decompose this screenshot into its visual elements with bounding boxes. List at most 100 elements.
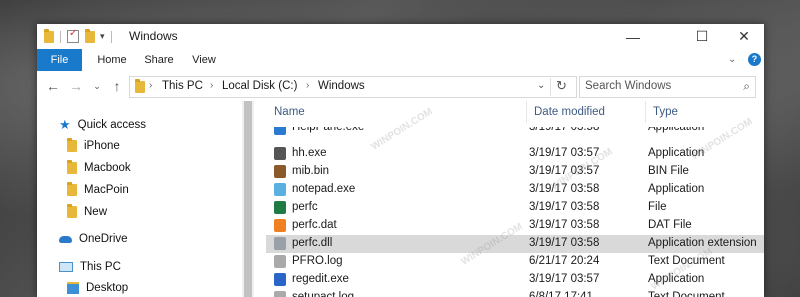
- table-row[interactable]: setupact.log 6/8/17 17:41 Text Document: [266, 289, 764, 297]
- search-input[interactable]: Search Windows: [585, 80, 671, 92]
- tab-view[interactable]: View: [186, 49, 222, 71]
- sidebar-item-macpoin[interactable]: MacPoin: [67, 180, 129, 200]
- folder-icon: [135, 79, 145, 93]
- column-header-type[interactable]: Type: [653, 101, 678, 123]
- refresh-icon[interactable]: ↻: [556, 78, 567, 94]
- cell-date: 3/19/17 03:57: [529, 165, 600, 177]
- window-title: Windows: [129, 29, 178, 43]
- sidebar-item-macbook[interactable]: Macbook: [67, 158, 131, 178]
- computer-icon: [59, 262, 73, 272]
- folder-icon[interactable]: [44, 28, 54, 43]
- folder-icon: [67, 138, 77, 152]
- address-dropdown-icon[interactable]: ⌄: [537, 80, 545, 91]
- file-list: ⌃ Name Date modified Type HelpPane.exe 3/…: [254, 101, 764, 297]
- exe-icon: [274, 127, 286, 135]
- cell-name: hh.exe: [292, 147, 327, 159]
- new-folder-icon[interactable]: [85, 28, 95, 43]
- table-row[interactable]: notepad.exe 3/19/17 03:58 Application: [266, 181, 764, 199]
- cell-type: Application: [648, 147, 705, 159]
- close-button[interactable]: ✕: [725, 24, 763, 49]
- table-row[interactable]: PFRO.log 6/21/17 20:24 Text Document: [266, 253, 764, 271]
- sidebar-item-label: iPhone: [84, 140, 120, 152]
- sidebar-item-quick-access[interactable]: ★ Quick access: [59, 115, 146, 135]
- properties-icon[interactable]: ✓: [67, 29, 79, 43]
- table-row[interactable]: perfc.dll 3/19/17 03:58 Application extens…: [266, 235, 764, 253]
- expand-ribbon-icon[interactable]: ⌄: [728, 54, 736, 65]
- desktop-folder-icon: [67, 282, 79, 294]
- arrow-right-icon: →: [69, 78, 83, 94]
- table-row[interactable]: regedit.exe 3/19/17 03:57 Application: [266, 271, 764, 289]
- recent-locations-button[interactable]: ⌄: [89, 77, 105, 95]
- search-icon[interactable]: ⌕: [743, 79, 750, 94]
- tab-home[interactable]: Home: [92, 49, 132, 71]
- minimize-icon: —: [626, 28, 640, 45]
- chevron-right-icon[interactable]: ›: [210, 80, 213, 91]
- address-bar[interactable]: › This PC › Local Disk (C:) › Windows ⌄ …: [129, 76, 577, 98]
- up-button[interactable]: ↑: [109, 77, 125, 95]
- tab-file[interactable]: File: [37, 49, 82, 71]
- text-doc-icon: [274, 291, 286, 297]
- regedit-icon: [274, 273, 286, 286]
- sidebar-item-onedrive[interactable]: OneDrive: [59, 229, 128, 249]
- scrollbar-thumb[interactable]: [244, 101, 252, 297]
- table-row[interactable]: perfc 3/19/17 03:58 File: [266, 199, 764, 217]
- sidebar-item-iphone[interactable]: iPhone: [67, 136, 120, 156]
- forward-button[interactable]: →: [68, 77, 84, 95]
- minimize-button[interactable]: —: [614, 24, 652, 49]
- quick-access-toolbar: ✓ ▾: [44, 28, 118, 44]
- column-divider[interactable]: [645, 101, 646, 123]
- cell-date: 3/19/17 03:58: [529, 183, 600, 195]
- folder-icon: [67, 182, 77, 196]
- divider: [110, 30, 112, 43]
- help-icon[interactable]: ?: [748, 53, 761, 66]
- search-box[interactable]: Search Windows ⌕: [579, 76, 756, 98]
- sidebar-item-this-pc[interactable]: This PC: [59, 257, 121, 277]
- sidebar-item-new[interactable]: New: [67, 202, 107, 222]
- sidebar-item-label: Desktop: [86, 282, 129, 294]
- chevron-right-icon[interactable]: ›: [149, 80, 152, 91]
- ribbon: File Home Share View ⌄ ?: [37, 49, 764, 72]
- help-exe-icon: [274, 147, 286, 160]
- star-icon: ★: [59, 117, 71, 132]
- cloud-icon: [59, 235, 72, 243]
- bin-icon: [274, 165, 286, 178]
- maximize-button[interactable]: ☐: [683, 24, 721, 49]
- navigation-pane-scrollbar[interactable]: [242, 101, 254, 297]
- sidebar-item-label: Quick access: [77, 119, 147, 131]
- column-header-name[interactable]: Name: [274, 101, 305, 123]
- sidebar-item-label: OneDrive: [79, 233, 128, 245]
- customize-quick-access-icon[interactable]: ▾: [100, 31, 105, 42]
- cell-name: perfc: [292, 201, 318, 213]
- back-button[interactable]: ←: [45, 77, 61, 95]
- cell-date: 3/19/17 03:58: [529, 219, 600, 231]
- sidebar-item-label: Macbook: [84, 162, 131, 174]
- cell-type: Application: [648, 183, 705, 195]
- breadcrumb-windows[interactable]: Windows: [318, 80, 365, 92]
- table-row[interactable]: perfc.dat 3/19/17 03:58 DAT File: [266, 217, 764, 235]
- tab-share[interactable]: Share: [140, 49, 178, 71]
- table-row[interactable]: HelpPane.exe 3/19/17 03:58 Application: [266, 127, 764, 137]
- breadcrumb-local-disk[interactable]: Local Disk (C:): [222, 80, 297, 92]
- cell-name: regedit.exe: [292, 273, 349, 285]
- cell-type: BIN File: [648, 165, 689, 177]
- cell-date: 6/8/17 17:41: [529, 291, 593, 297]
- close-icon: ✕: [738, 28, 750, 44]
- cell-name: PFRO.log: [292, 255, 343, 267]
- arrow-up-icon: ↑: [113, 78, 121, 94]
- divider: [550, 78, 551, 96]
- sidebar-item-label: This PC: [80, 261, 121, 273]
- chevron-right-icon[interactable]: ›: [306, 80, 309, 91]
- text-doc-icon: [274, 255, 286, 268]
- sidebar-item-desktop[interactable]: Desktop: [67, 278, 128, 297]
- cell-date: 3/19/17 03:58: [529, 127, 600, 133]
- column-header-date-modified[interactable]: Date modified: [534, 101, 605, 123]
- column-divider[interactable]: [526, 101, 527, 123]
- table-row[interactable]: hh.exe 3/19/17 03:57 Application: [266, 145, 764, 163]
- cell-type: DAT File: [648, 219, 692, 231]
- breadcrumb-this-pc[interactable]: This PC: [162, 80, 203, 92]
- dll-icon: [274, 237, 286, 250]
- cell-name: setupact.log: [292, 291, 355, 297]
- cell-name: notepad.exe: [292, 183, 356, 195]
- table-row[interactable]: mib.bin 3/19/17 03:57 BIN File: [266, 163, 764, 181]
- cell-type: Text Document: [648, 291, 725, 297]
